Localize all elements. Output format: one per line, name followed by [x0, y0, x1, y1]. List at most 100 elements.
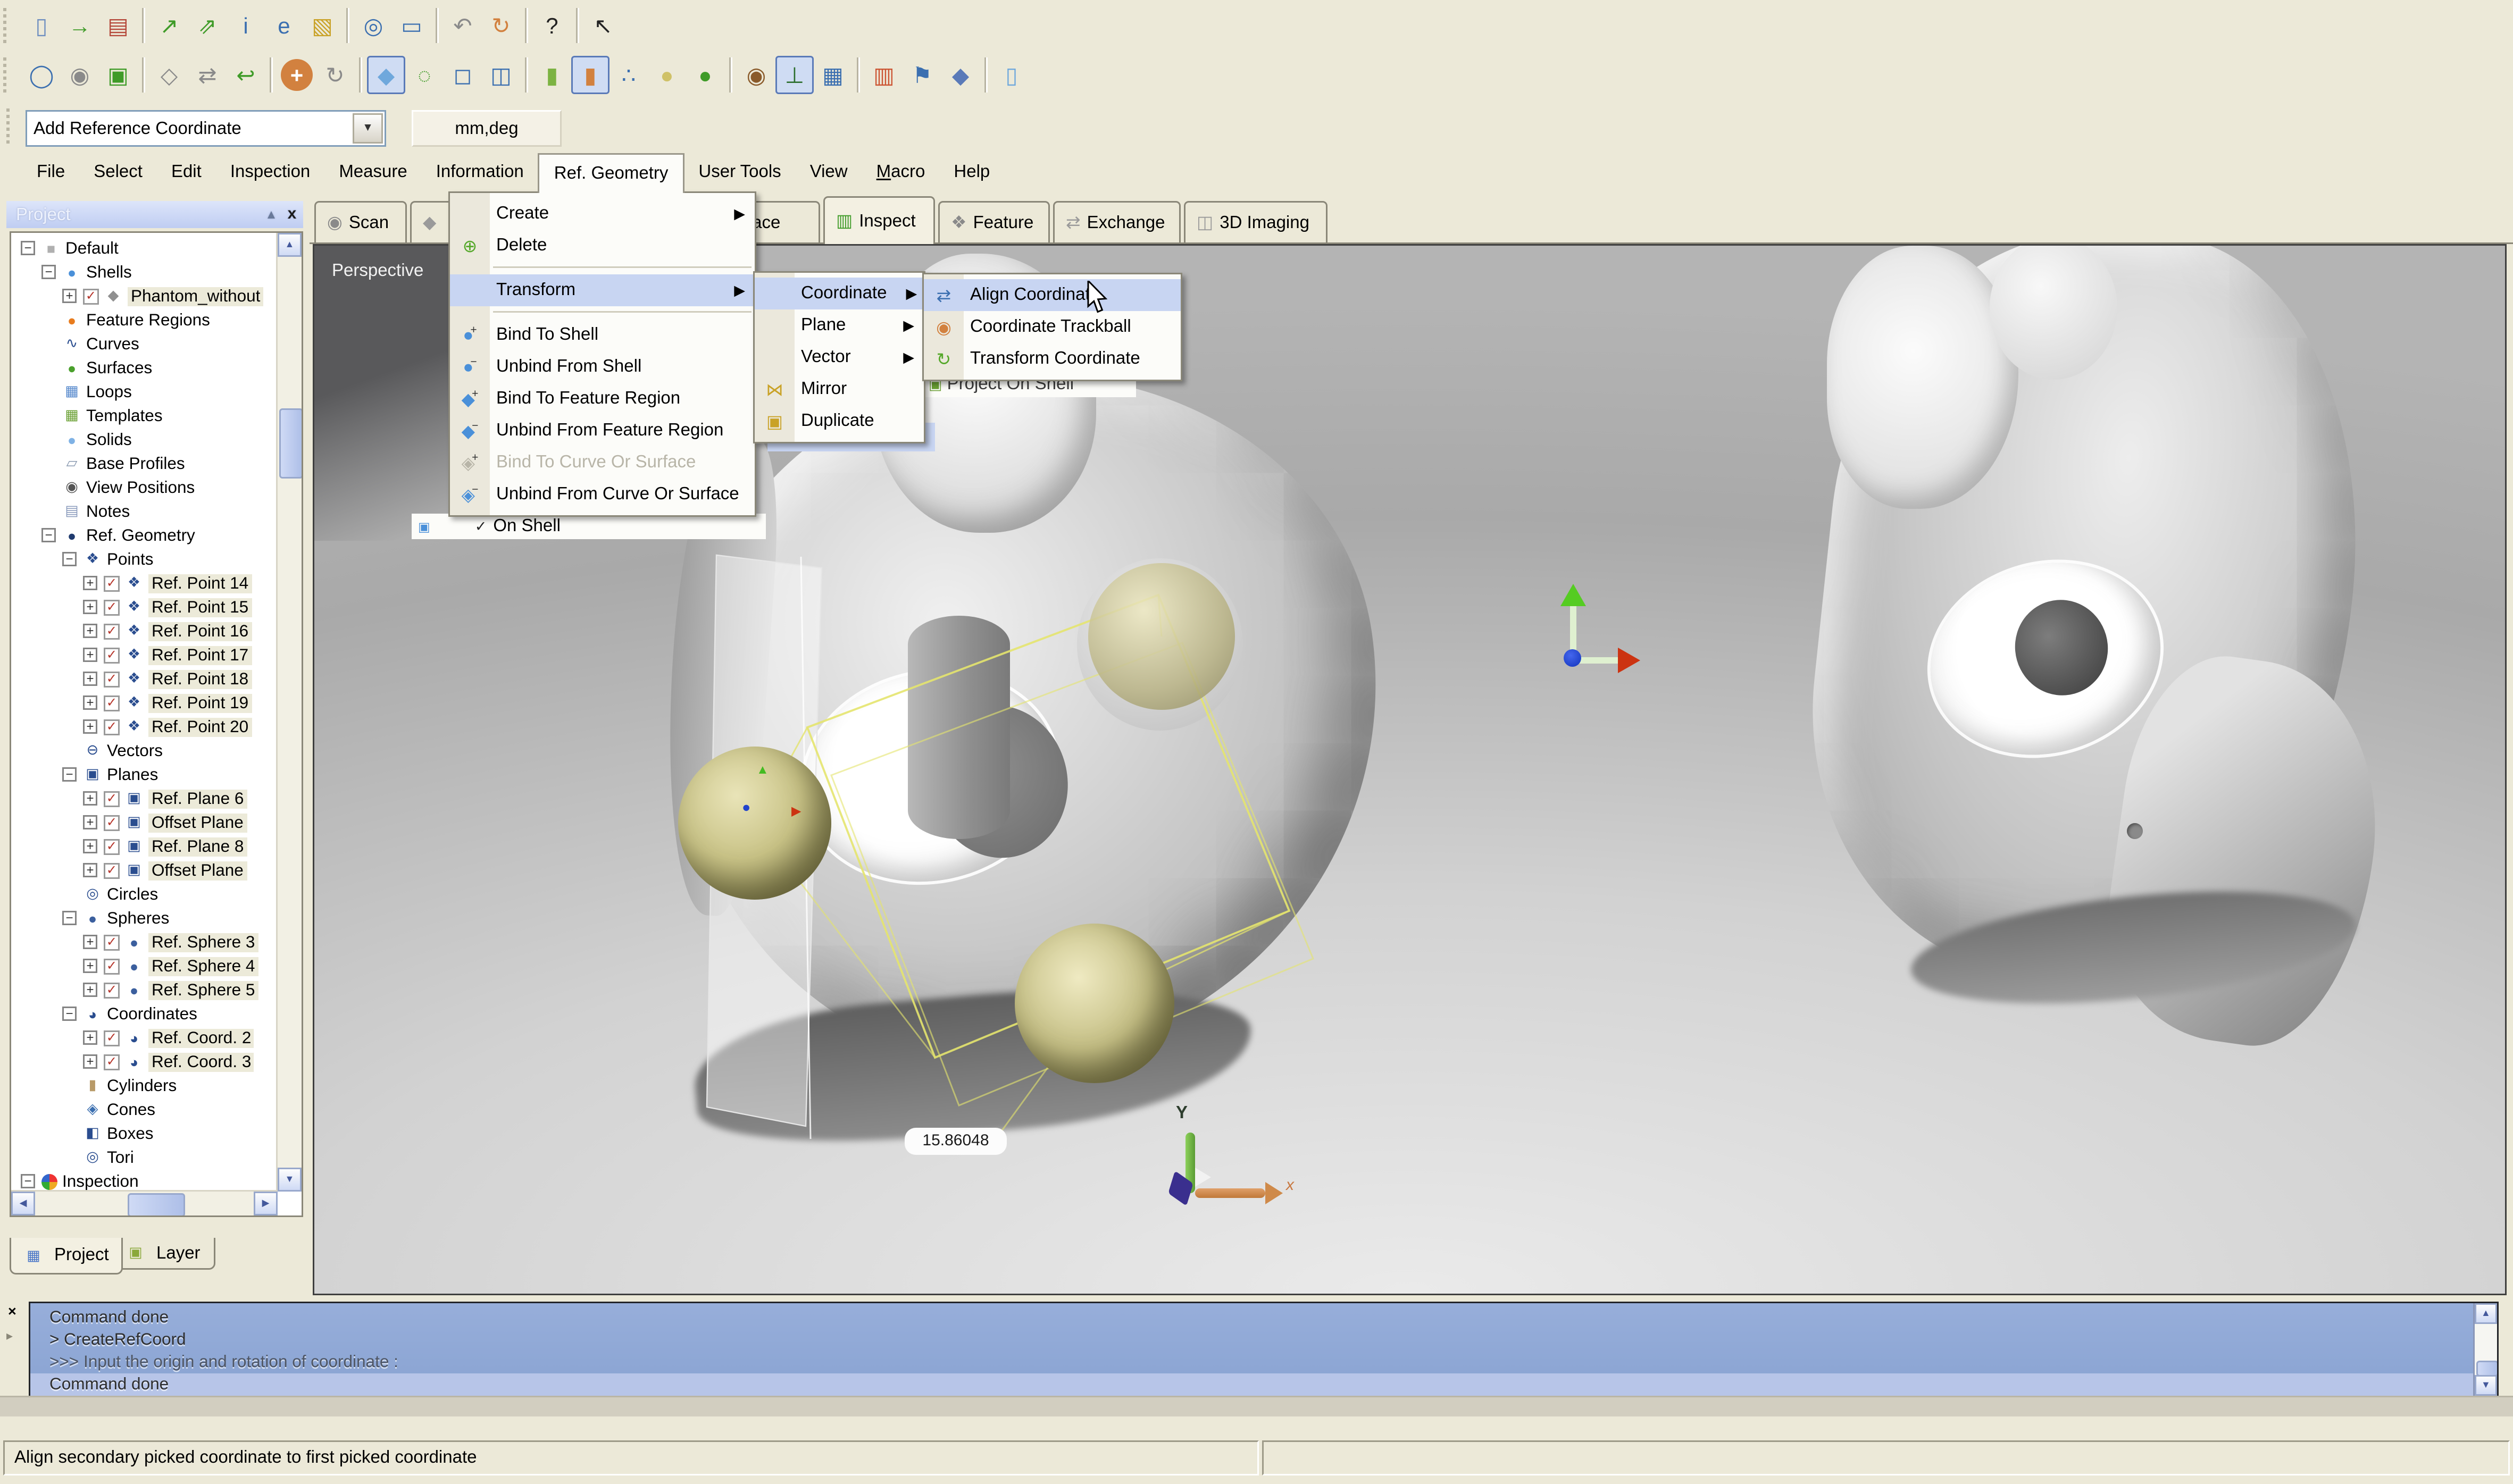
tree-item-cones[interactable]: ◈Cones — [11, 1097, 303, 1121]
collapse-icon[interactable]: − — [62, 911, 77, 925]
collapse-icon[interactable]: − — [62, 767, 77, 782]
tree-vertical-scrollbar[interactable]: ▲ ▼ — [276, 233, 302, 1192]
save-file-button[interactable]: ▤ — [99, 6, 137, 45]
tree-item-offset-plane[interactable]: +✓▣Offset Plane — [11, 810, 303, 834]
menubar-item-measure[interactable]: Measure — [324, 153, 421, 193]
surface-display-button[interactable]: ● — [686, 56, 724, 94]
units-field[interactable]: mm,deg — [412, 110, 562, 147]
tree-hscroll-thumb[interactable] — [128, 1193, 185, 1217]
export-all-button[interactable]: ⇗ — [188, 6, 227, 45]
tree-item-shells[interactable]: −●Shells — [11, 260, 303, 284]
tab-scan[interactable]: ◉Scan — [314, 201, 407, 242]
solid-display-button[interactable]: ◉ — [737, 56, 775, 94]
tree-item-ref-point-17[interactable]: +✓❖Ref. Point 17 — [11, 643, 303, 667]
tree-item-ref-point-18[interactable]: +✓❖Ref. Point 18 — [11, 667, 303, 691]
scroll-down-icon[interactable]: ▼ — [278, 1168, 302, 1192]
visibility-checkbox[interactable]: ✓ — [104, 934, 120, 950]
menu-item-unbind-from-curve-or-surface[interactable]: ◈−Unbind From Curve Or Surface — [450, 479, 755, 510]
menu-item-unbind-from-shell[interactable]: ●−Unbind From Shell — [450, 351, 755, 383]
menu-item-mirror[interactable]: ⋈Mirror — [755, 373, 924, 405]
zoom-in-button[interactable]: ◯ — [22, 56, 61, 94]
wireframe-view-button[interactable]: ◻ — [444, 56, 482, 94]
menubar-item-select[interactable]: Select — [79, 153, 157, 193]
print-button[interactable]: ▭ — [393, 6, 431, 45]
visibility-checkbox[interactable]: ✓ — [104, 1030, 120, 1046]
menu-item-unbind-from-feature-region[interactable]: ◆−Unbind From Feature Region — [450, 415, 755, 447]
visibility-checkbox[interactable]: ✓ — [104, 862, 120, 878]
menu-item-coordinate-trackball[interactable]: ◉Coordinate Trackball — [924, 311, 1181, 343]
lasso-select-button[interactable]: ◌ — [405, 56, 444, 94]
expand-icon[interactable]: + — [83, 576, 97, 590]
tab-3d-imaging[interactable]: ◫3D Imaging — [1184, 201, 1328, 242]
tree-item-tori[interactable]: ◎Tori — [11, 1145, 303, 1169]
visibility-checkbox[interactable]: ✓ — [83, 288, 99, 304]
expand-icon[interactable]: + — [83, 791, 97, 806]
tree-item-cylinders[interactable]: ▮Cylinders — [11, 1074, 303, 1097]
expand-icon[interactable]: + — [83, 719, 97, 734]
scan-info-button[interactable]: i — [227, 6, 265, 45]
web-publish-button[interactable]: e — [265, 6, 303, 45]
expand-icon[interactable]: + — [83, 600, 97, 614]
context-help-button[interactable]: ? — [533, 6, 571, 45]
report-button[interactable]: ▧ — [303, 6, 341, 45]
arrange-views-button[interactable]: ⇄ — [188, 56, 227, 94]
scroll-left-icon[interactable]: ◀ — [11, 1192, 35, 1215]
annotation-display-button[interactable]: ⚑ — [903, 56, 941, 94]
menubar-item-view[interactable]: View — [796, 153, 862, 193]
expand-icon[interactable]: + — [83, 648, 97, 662]
menubar-item-edit[interactable]: Edit — [157, 153, 216, 193]
tree-item-ref-point-20[interactable]: +✓❖Ref. Point 20 — [11, 715, 303, 739]
close-icon[interactable]: x — [281, 206, 303, 223]
console-vertical-scrollbar[interactable]: ▲ ▼ — [2473, 1303, 2497, 1396]
command-combobox[interactable]: Add Reference Coordinate ▼ — [26, 110, 386, 147]
tree-item-default[interactable]: −■Default — [11, 236, 303, 260]
menu-item-align-coordinate[interactable]: ⇄Align Coordinate — [924, 279, 1181, 311]
visibility-checkbox[interactable]: ✓ — [104, 647, 120, 663]
visibility-checkbox[interactable]: ✓ — [104, 982, 120, 998]
tree-item-offset-plane[interactable]: +✓▣Offset Plane — [11, 858, 303, 882]
expand-icon[interactable]: + — [83, 1030, 97, 1045]
zoom-window-button[interactable]: ▣ — [99, 56, 137, 94]
tree-item-circles[interactable]: ◎Circles — [11, 882, 303, 906]
tree-item-ref-geometry[interactable]: −●Ref. Geometry — [11, 523, 303, 547]
scroll-up-icon[interactable]: ▲ — [278, 233, 302, 257]
menu-item-vector[interactable]: Vector▶ — [755, 341, 924, 373]
menubar-item-macro[interactable]: Macro — [862, 153, 940, 193]
tree-item-ref-point-16[interactable]: +✓❖Ref. Point 16 — [11, 619, 303, 643]
menubar-item-inspection[interactable]: Inspection — [216, 153, 324, 193]
toolbar-grip[interactable] — [3, 8, 16, 43]
visibility-checkbox[interactable]: ✓ — [104, 671, 120, 687]
colorbar-display-button[interactable]: ◆ — [941, 56, 980, 94]
expand-icon[interactable]: + — [83, 624, 97, 638]
tree-item-phantom-without[interactable]: +✓◆Phantom_without — [11, 284, 303, 308]
zoom-dynamic-button[interactable]: ◉ — [61, 56, 99, 94]
tree-item-feature-regions[interactable]: ●Feature Regions — [11, 308, 303, 332]
toolbar-grip[interactable] — [6, 108, 19, 144]
tree-item-planes[interactable]: −▣Planes — [11, 762, 303, 786]
tree-item-points[interactable]: −❖Points — [11, 547, 303, 571]
menubar-item-ref-geometry[interactable]: Ref. Geometry — [538, 153, 684, 193]
select-tool-button[interactable]: ↖ — [584, 6, 622, 45]
command-console[interactable]: Command done> CreateRefCoord>>> Input th… — [29, 1302, 2499, 1397]
collapse-icon[interactable]: − — [62, 1007, 77, 1021]
visibility-checkbox[interactable]: ✓ — [104, 791, 120, 807]
menu-item-bind-to-curve-or-surface[interactable]: ◈+Bind To Curve Or Surface — [450, 447, 755, 479]
expand-icon[interactable]: + — [83, 839, 97, 853]
undo-button[interactable]: ↶ — [444, 6, 482, 45]
collapse-icon[interactable]: − — [21, 241, 35, 255]
project-panel-titlebar[interactable]: Project ▲ x — [6, 201, 303, 228]
curve-display-button[interactable]: ● — [648, 56, 686, 94]
menu-item-duplicate[interactable]: ▣Duplicate — [755, 405, 924, 437]
rotate-view-button[interactable]: ↻ — [316, 56, 354, 94]
chevron-down-icon[interactable]: ▼ — [353, 113, 383, 144]
collapse-icon[interactable]: ▲ — [262, 207, 281, 222]
mesh-display-button[interactable]: ▦ — [814, 56, 852, 94]
tree-item-vectors[interactable]: ⊖Vectors — [11, 739, 303, 762]
visibility-checkbox[interactable]: ✓ — [104, 1054, 120, 1070]
menu-item-delete[interactable]: ⊕Delete — [450, 230, 755, 262]
menu-item-plane[interactable]: Plane▶ — [755, 309, 924, 341]
expand-icon[interactable]: + — [83, 983, 97, 997]
rotate-body-button[interactable]: ◇ — [150, 56, 188, 94]
pan-view-button[interactable]: + — [281, 59, 313, 91]
export-file-button[interactable]: ↗ — [150, 6, 188, 45]
